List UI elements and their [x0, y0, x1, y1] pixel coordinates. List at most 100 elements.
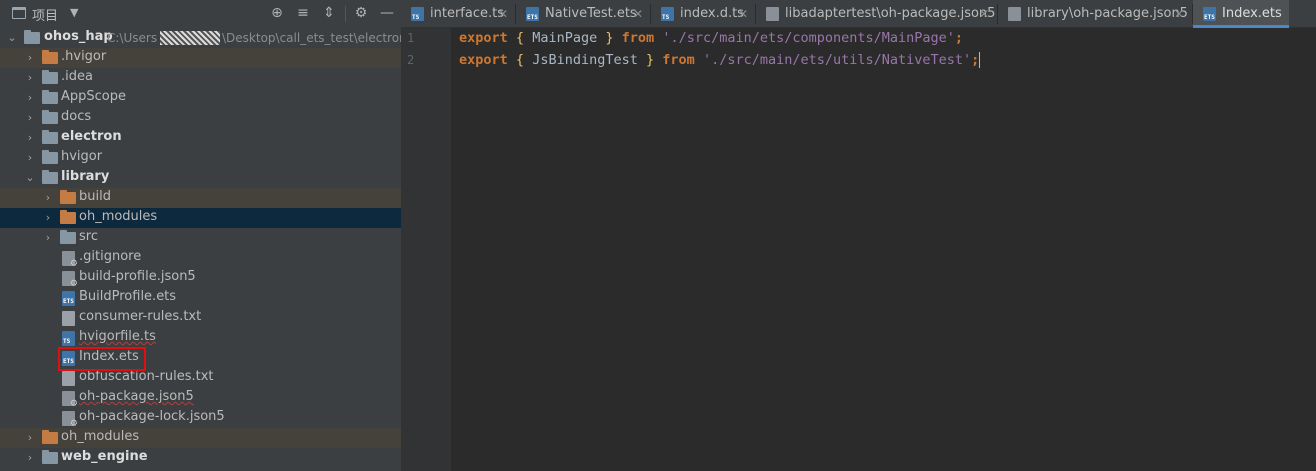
- tree-item-oh-package-lock[interactable]: oh-package-lock.json5: [0, 408, 401, 429]
- module-folder-icon: [42, 450, 58, 464]
- tree-item-oh-modules-library[interactable]: › oh_modules: [0, 208, 401, 228]
- config-file-icon: [62, 271, 78, 289]
- identifier: MainPage: [532, 30, 598, 46]
- chevron-right-icon[interactable]: ›: [24, 448, 36, 468]
- tree-item-label: library: [61, 169, 110, 184]
- tree-item-label: build-profile.json5: [79, 269, 196, 284]
- ts-file-icon: TS: [411, 7, 424, 21]
- tab-interface-ts[interactable]: TS interface.ts ✕: [401, 0, 515, 28]
- chevron-right-icon[interactable]: ›: [42, 208, 54, 228]
- gear-icon[interactable]: ⚙: [352, 4, 370, 22]
- close-icon[interactable]: ✕: [498, 7, 508, 21]
- module-folder-icon: [42, 130, 58, 144]
- tab-nativetest-ets[interactable]: ETS NativeTest.ets ✕: [516, 0, 650, 28]
- folder-icon: [42, 430, 58, 444]
- config-file-icon: [766, 7, 779, 21]
- brace: }: [646, 52, 655, 68]
- folder-icon: [60, 210, 76, 224]
- tree-item-idea[interactable]: › .idea: [0, 68, 401, 88]
- tree-item-obfuscation-rules[interactable]: obfuscation-rules.txt: [0, 368, 401, 388]
- tab-label: libadaptertest\oh-package.json5: [785, 6, 996, 21]
- tab-index-d-ts[interactable]: TS index.d.ts ✕: [651, 0, 755, 28]
- tree-item-label: electron: [61, 129, 122, 144]
- chevron-right-icon[interactable]: ›: [24, 68, 36, 88]
- tree-item-electron[interactable]: › electron: [0, 128, 401, 148]
- tree-root-ohos-hap[interactable]: ⌄ ohos_hap C:\Users \Desktop\call_ets_te…: [0, 28, 401, 48]
- line-number: 2: [407, 53, 415, 67]
- tree-item-label: build: [79, 189, 111, 204]
- chevron-right-icon[interactable]: ›: [42, 188, 54, 208]
- tree-item-docs[interactable]: › docs: [0, 108, 401, 128]
- chevron-down-icon[interactable]: ⌄: [6, 28, 18, 48]
- locate-icon[interactable]: ⊕: [268, 4, 286, 22]
- keyword: export: [459, 52, 508, 68]
- folder-icon: [60, 230, 76, 244]
- tree-item-consumer-rules[interactable]: consumer-rules.txt: [0, 308, 401, 328]
- chevron-right-icon[interactable]: ›: [24, 108, 36, 128]
- tree-item-src[interactable]: › src: [0, 228, 401, 248]
- tree-item-appscope[interactable]: › AppScope: [0, 88, 401, 108]
- tree-item-hvigor-dir[interactable]: › .hvigor: [0, 48, 401, 68]
- tree-item-label: docs: [61, 109, 92, 124]
- divider: [345, 6, 346, 22]
- config-file-icon: [62, 411, 78, 429]
- tab-libadaptertest-oh-package[interactable]: libadaptertest\oh-package.json5 ✕: [756, 0, 997, 28]
- text-file-icon: [62, 371, 75, 386]
- module-folder-icon: [42, 170, 58, 184]
- config-file-icon: [62, 391, 78, 409]
- close-icon[interactable]: ✕: [1174, 7, 1184, 21]
- root-path-prefix: C:\Users: [107, 31, 158, 45]
- close-icon[interactable]: ✕: [979, 7, 989, 21]
- minimize-icon[interactable]: —: [378, 4, 396, 22]
- tree-item-buildprofile-ets[interactable]: ETS BuildProfile.ets: [0, 288, 401, 308]
- chevron-down-icon[interactable]: ▼: [70, 6, 78, 19]
- chevron-right-icon[interactable]: ›: [24, 48, 36, 68]
- chevron-right-icon[interactable]: ›: [24, 428, 36, 448]
- tab-label: NativeTest.ets: [545, 6, 637, 21]
- close-icon[interactable]: ✕: [738, 7, 748, 21]
- chevron-right-icon[interactable]: ›: [42, 228, 54, 248]
- tree-item-build[interactable]: › build: [0, 188, 401, 208]
- tree-item-label: AppScope: [61, 89, 126, 104]
- tree-item-label: oh-package.json5: [79, 389, 194, 404]
- tree-item-hvigor[interactable]: › hvigor: [0, 148, 401, 168]
- chevron-right-icon[interactable]: ›: [24, 128, 36, 148]
- tab-index-ets[interactable]: ETS Index.ets: [1193, 0, 1289, 28]
- folder-icon: [42, 50, 58, 64]
- tab-library-oh-package[interactable]: library\oh-package.json5 ✕: [998, 0, 1192, 28]
- folder-icon: [60, 190, 76, 204]
- close-icon[interactable]: ✕: [633, 7, 643, 21]
- text-cursor: [979, 52, 981, 68]
- tree-item-library[interactable]: ⌄ library: [0, 168, 401, 188]
- tree-item-label: obfuscation-rules.txt: [79, 369, 214, 384]
- project-view-icon[interactable]: [12, 7, 26, 19]
- config-file-icon: [1008, 7, 1021, 21]
- panel-title[interactable]: 项目: [32, 5, 58, 24]
- tree-item-label: hvigor: [61, 149, 103, 164]
- tab-label: index.d.ts: [680, 6, 744, 21]
- folder-icon: [42, 110, 58, 124]
- expand-all-icon[interactable]: ≡: [294, 4, 312, 22]
- chevron-down-icon[interactable]: ⌄: [24, 168, 36, 188]
- tree-item-web-engine[interactable]: › web_engine: [0, 448, 401, 468]
- code-line-1[interactable]: export { MainPage } from './src/main/ets…: [459, 30, 963, 46]
- keyword: export: [459, 30, 508, 46]
- tree-item-build-profile[interactable]: build-profile.json5: [0, 268, 401, 289]
- tree-item-hvigorfile[interactable]: TS hvigorfile.ts: [0, 328, 401, 348]
- folder-icon: [42, 150, 58, 164]
- tree-item-gitignore[interactable]: .gitignore: [0, 248, 401, 269]
- tab-label: Index.ets: [1222, 6, 1282, 21]
- folder-icon: [42, 90, 58, 104]
- chevron-right-icon[interactable]: ›: [24, 148, 36, 168]
- brace: {: [515, 52, 525, 68]
- project-panel: 项目 ▼ ⊕ ≡ ⇕ ⚙ — ⌄ ohos_hap C:\Users \Desk…: [0, 0, 401, 471]
- tree-item-label: consumer-rules.txt: [79, 309, 202, 324]
- tree-item-oh-modules[interactable]: › oh_modules: [0, 428, 401, 448]
- chevron-right-icon[interactable]: ›: [24, 88, 36, 108]
- tree-item-label: hvigorfile.ts: [79, 329, 156, 344]
- collapse-all-icon[interactable]: ⇕: [320, 4, 338, 22]
- tree-item-oh-package[interactable]: oh-package.json5: [0, 388, 401, 409]
- code-line-2[interactable]: export { JsBindingTest } from './src/mai…: [459, 52, 981, 68]
- tree-item-label: .hvigor: [61, 49, 107, 64]
- folder-icon: [42, 70, 58, 84]
